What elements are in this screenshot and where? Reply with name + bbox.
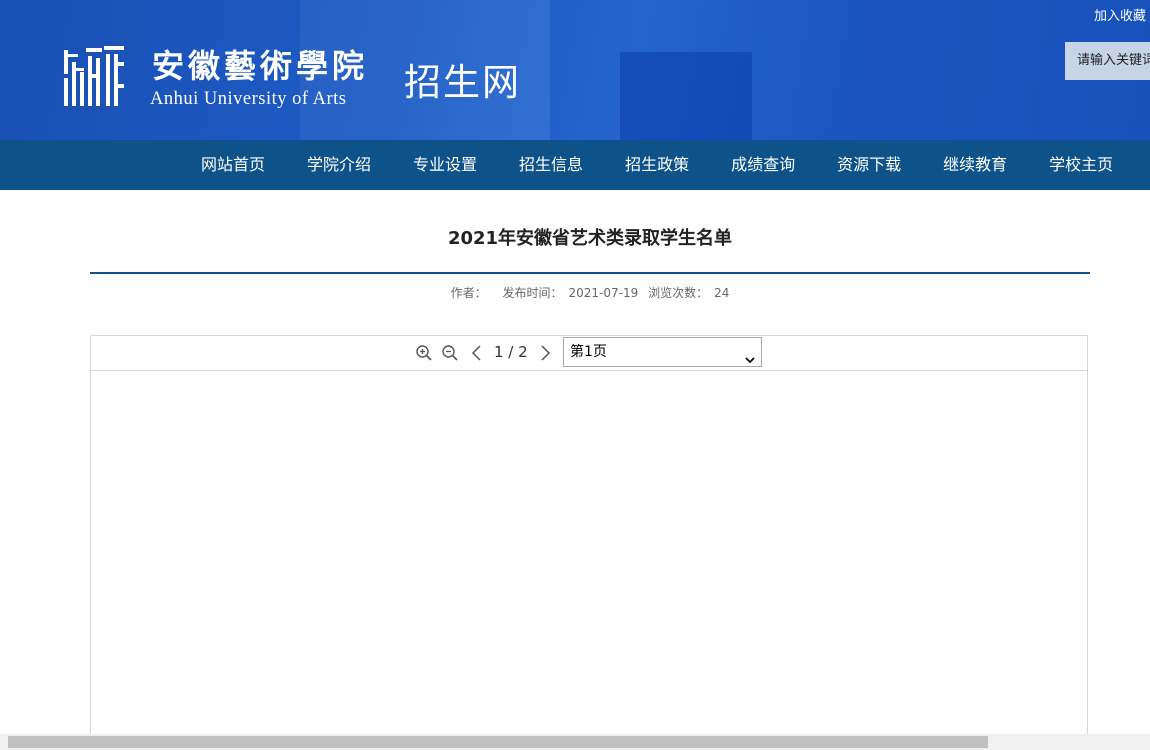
nav-item-school-home[interactable]: 学校主页	[1028, 140, 1134, 190]
nav-item-score-query[interactable]: 成绩查询	[710, 140, 816, 190]
title-divider	[90, 272, 1090, 274]
article-meta: 作者： 发布时间： 2021-07-19 浏览次数： 24	[90, 284, 1090, 301]
site-name: 招生网	[404, 61, 521, 104]
chevron-down-icon	[745, 347, 755, 364]
zoom-out-icon[interactable]	[441, 344, 459, 362]
zoom-in-icon[interactable]	[415, 344, 433, 362]
publish-date-label: 发布时间：	[502, 286, 563, 300]
page-select-value: 第1页	[570, 344, 607, 360]
banner-background-panel	[620, 52, 752, 140]
horizontal-scrollbar[interactable]	[0, 734, 1150, 750]
page-select[interactable]: 第1页	[563, 337, 762, 367]
article-title: 2021年安徽省艺术类录取学生名单	[447, 228, 733, 249]
page-indicator: 1 / 2	[494, 343, 528, 361]
university-name-cn: 安徽藝術學院	[152, 47, 369, 85]
add-to-favorites-link[interactable]: 加入收藏	[1094, 5, 1146, 24]
header-banner: 安徽藝術學院 Anhui University of Arts 招生网 加入收藏…	[0, 0, 1150, 140]
chevron-right-icon[interactable]	[536, 344, 554, 362]
nav-item-home[interactable]: 网站首页	[180, 140, 286, 190]
nav-item-majors[interactable]: 专业设置	[392, 140, 498, 190]
views-label: 浏览次数：	[648, 286, 709, 300]
nav-item-downloads[interactable]: 资源下载	[816, 140, 922, 190]
university-name-en: Anhui University of Arts	[150, 89, 347, 109]
publish-date-value: 2021-07-19	[568, 286, 639, 300]
nav-item-admission-info[interactable]: 招生信息	[498, 140, 604, 190]
search-input[interactable]: 请输入关键词	[1065, 42, 1150, 80]
chevron-left-icon[interactable]	[468, 344, 486, 362]
scrollbar-thumb[interactable]	[8, 736, 988, 748]
university-emblem-icon[interactable]	[62, 44, 128, 108]
main-nav: 网站首页 学院介绍 专业设置 招生信息 招生政策 成绩查询 资源下载 继续教育 …	[0, 140, 1150, 190]
pdf-viewer: 1 / 2 第1页	[90, 335, 1088, 750]
nav-item-about[interactable]: 学院介绍	[286, 140, 392, 190]
nav-item-continuing-education[interactable]: 继续教育	[922, 140, 1028, 190]
author-label: 作者：	[450, 286, 487, 300]
pdf-viewer-toolbar: 1 / 2 第1页	[91, 336, 1087, 371]
nav-item-admission-policy[interactable]: 招生政策	[604, 140, 710, 190]
views-value: 24	[714, 286, 730, 300]
